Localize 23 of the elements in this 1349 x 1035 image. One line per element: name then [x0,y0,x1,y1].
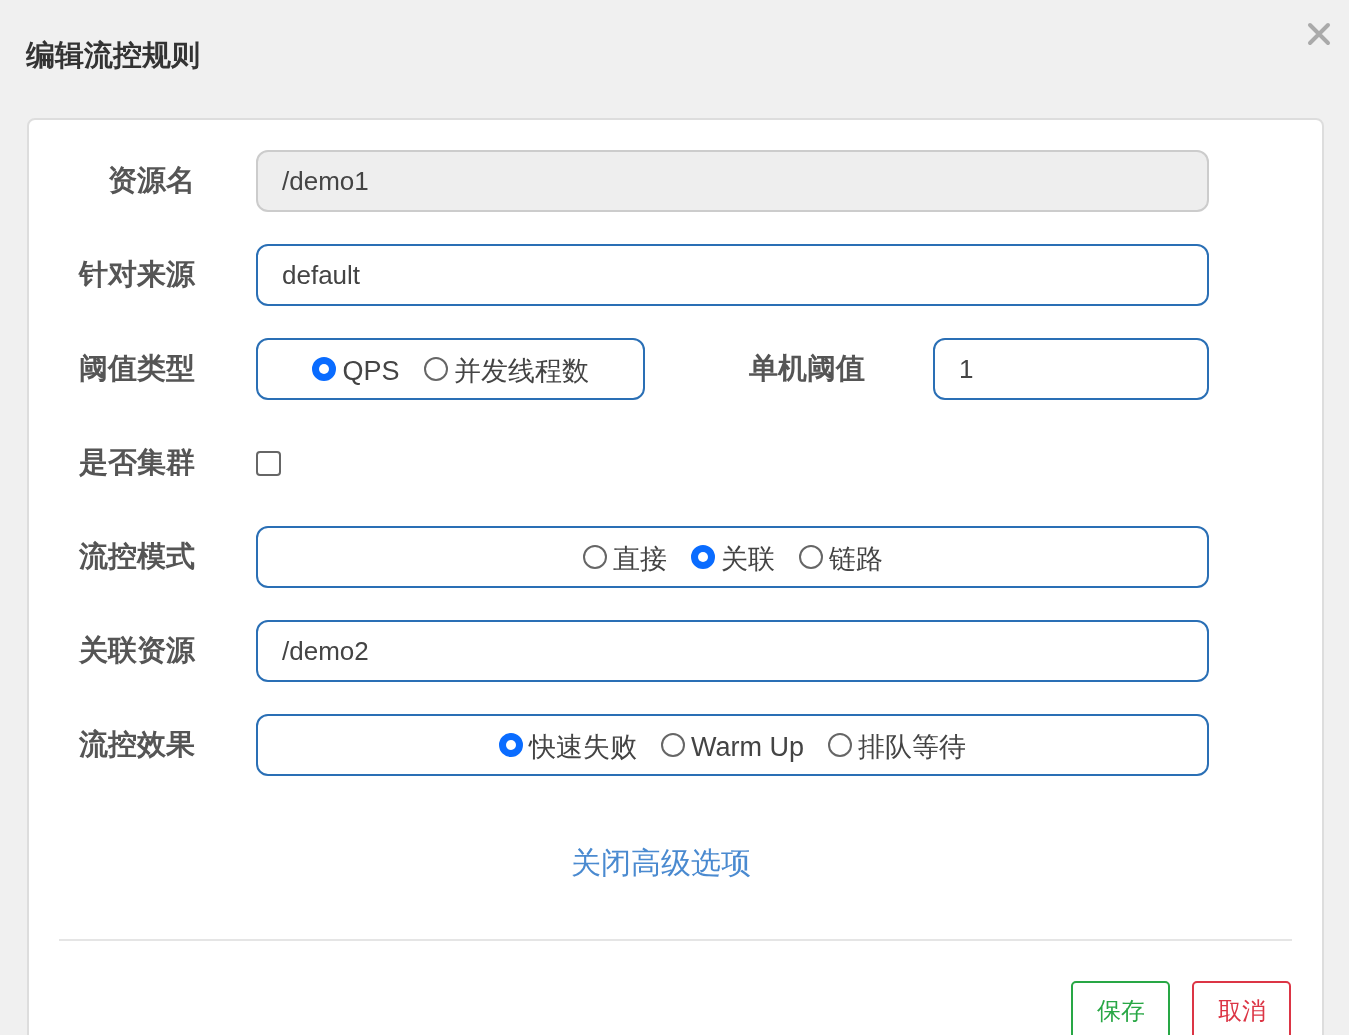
radio-option[interactable]: 排队等待 [828,729,966,761]
dialog-title: 编辑流控规则 [26,38,200,73]
cancel-button[interactable]: 取消 [1192,981,1291,1035]
field-label: 单机阈值 [749,351,866,387]
field-label: 资源名 [107,163,195,199]
field-label: 流控效果 [78,727,195,763]
radio-option[interactable]: 并发线程数 [423,353,589,385]
radio-option[interactable]: 关联 [690,541,775,573]
toggle-advanced-link[interactable]: 关闭高级选项 [570,840,751,885]
field-label: 针对来源 [77,257,195,293]
radio-option[interactable]: Warm Up [661,729,804,761]
text-field[interactable]: 1 [933,338,1209,400]
field-label: 流控模式 [78,539,195,575]
field-label: 关联资源 [78,633,195,669]
radio-option[interactable]: 快速失败 [499,729,637,761]
field-label: 是否集群 [78,445,195,481]
radio-option[interactable]: 链路 [798,541,883,573]
radio-option[interactable]: 直接 [582,541,667,573]
field-label: 阈值类型 [78,351,195,387]
radio-option[interactable]: QPS [312,353,400,385]
text-field[interactable]: default [256,244,1209,306]
checkbox[interactable] [256,450,281,476]
text-field[interactable]: /demo2 [256,620,1209,682]
